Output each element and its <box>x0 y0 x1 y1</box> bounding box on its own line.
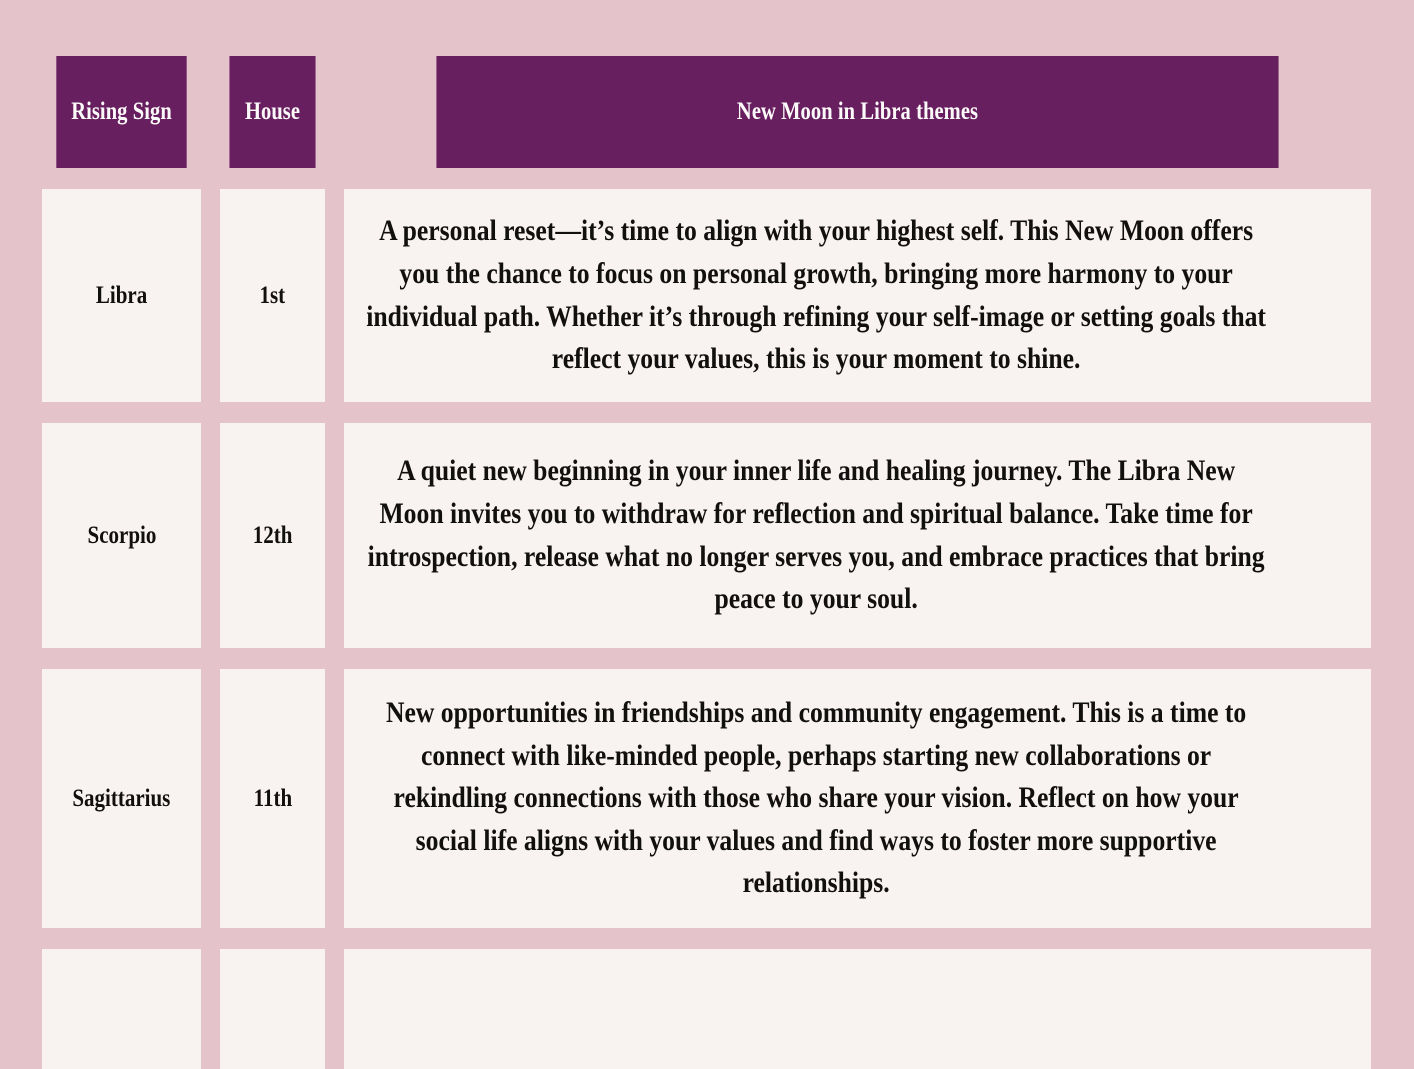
theme-text: New opportunities in friendships and com… <box>385 696 1247 900</box>
rising-sign-value: Libra <box>95 281 148 309</box>
cell-theme: A quiet new beginning in your inner life… <box>344 423 1371 648</box>
cell-house: 12th <box>220 423 325 648</box>
house-value: 11th <box>253 784 292 812</box>
cell-house: 1st <box>220 189 325 402</box>
header-cell-rising-sign: Rising Sign <box>56 56 187 168</box>
header-cell-house: House <box>229 56 316 168</box>
cell-theme <box>344 949 1371 1069</box>
rising-sign-value: Scorpio <box>87 521 156 549</box>
rising-sign-themes-table: Rising Sign House New Moon in Libra them… <box>42 56 1371 1069</box>
header-cell-theme: New Moon in Libra themes <box>436 56 1279 168</box>
cell-rising-sign: Scorpio <box>42 423 201 648</box>
table-row: Sagittarius 11th New opportunities in fr… <box>42 669 1371 928</box>
cell-rising-sign <box>42 949 201 1069</box>
house-value: 12th <box>252 521 293 549</box>
cell-rising-sign: Sagittarius <box>42 669 201 928</box>
table-row: Scorpio 12th A quiet new beginning in yo… <box>42 423 1371 648</box>
table-header-row: Rising Sign House New Moon in Libra them… <box>42 56 1371 168</box>
theme-text: A quiet new beginning in your inner life… <box>367 454 1265 616</box>
cell-house <box>220 949 325 1069</box>
cell-theme: A personal reset—it’s time to align with… <box>344 189 1371 402</box>
cell-house: 11th <box>220 669 325 928</box>
cell-rising-sign: Libra <box>42 189 201 402</box>
rising-sign-value: Sagittarius <box>72 784 171 812</box>
house-value: 1st <box>259 281 286 309</box>
table-row: Libra 1st A personal reset—it’s time to … <box>42 189 1371 402</box>
header-label-theme: New Moon in Libra themes <box>736 97 979 125</box>
theme-text: A personal reset—it’s time to align with… <box>366 214 1266 376</box>
cell-theme: New opportunities in friendships and com… <box>344 669 1371 928</box>
header-label-rising-sign: Rising Sign <box>71 97 172 125</box>
header-label-house: House <box>244 97 301 125</box>
table-row <box>42 949 1371 1069</box>
